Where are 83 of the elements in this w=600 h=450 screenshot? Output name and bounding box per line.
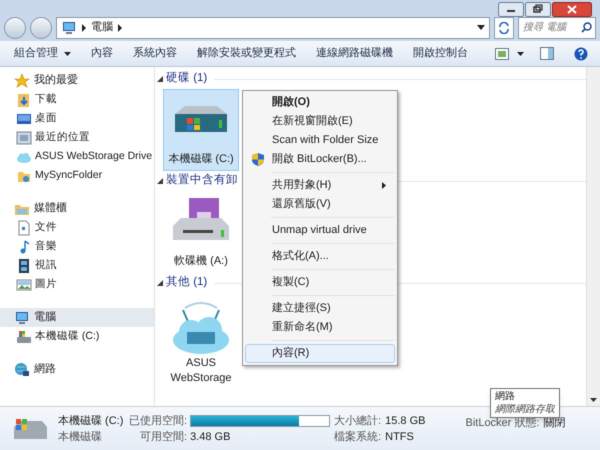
menu-item[interactable]: 共用對象(H) [245,176,395,195]
toolbar-button[interactable]: 內容 [81,42,123,64]
sidebar-item[interactable]: 文件 [0,218,154,237]
menu-item[interactable]: 內容(R) [245,344,395,363]
drive-tile[interactable]: 本機磁碟 (C:) [163,89,239,171]
preview-pane-icon [540,47,554,60]
menu-item[interactable]: 開啟(O) [245,93,395,112]
back-button[interactable] [4,16,26,38]
field-label: 已使用空間: [129,414,188,428]
toolbar-button[interactable]: 解除安裝或變更程式 [187,42,306,64]
sidebar-item[interactable]: 最近的位置 [0,128,154,147]
sidebar-item[interactable]: 下載 [0,90,154,109]
chevron-icon [81,24,87,32]
scroll-down-arrow-icon [590,398,597,402]
menu-item[interactable]: 建立捷徑(S) [245,299,395,318]
document-icon [16,220,32,236]
dropdown-caret-icon [477,25,485,30]
sidebar-item[interactable]: 桌面 [0,109,154,128]
recent-places-icon [16,130,32,146]
field-label: 可用空間: [139,430,188,444]
drive-tile[interactable]: ASUS WebStorage [163,293,239,390]
dropdown-caret-icon [64,52,71,56]
sidebar-item[interactable]: 電腦 [0,308,154,327]
group-heading[interactable]: 裝置中含有卸 [166,172,238,190]
sidebar-item[interactable]: MySyncFolder [0,166,154,185]
computer-icon [61,20,77,36]
collapse-triangle-icon [157,178,163,184]
sidebar-item[interactable]: 媒體櫃 [0,199,154,218]
star-icon [14,72,30,88]
picture-icon [16,276,32,292]
menu-item[interactable]: 還原舊版(V) [245,195,395,214]
menu-item[interactable]: Scan with Folder Size [245,131,395,150]
close-icon [552,2,592,17]
refresh-button[interactable] [494,16,514,38]
toolbar-button[interactable]: 組合管理 [4,42,81,64]
menu-item[interactable]: 在新視窗開啟(E) [245,112,395,131]
field-value: 15.8 GB [385,414,426,428]
refresh-icon [498,22,510,34]
view-icon [495,48,509,60]
computer-icon [14,310,30,326]
toolbar-button[interactable]: 系統內容 [123,42,187,64]
sidebar-item[interactable]: 本機磁碟 (C:) [0,327,154,346]
film-icon [16,258,32,274]
group-heading[interactable]: 其他 (1) [166,274,208,292]
group-heading[interactable]: 硬碟 (1) [166,70,208,88]
address-bar[interactable]: 電腦 [56,16,490,38]
drive-name: 本機磁碟 (C:) [58,414,124,428]
dropdown-caret-icon [517,52,524,56]
restore-icon [525,2,551,17]
sidebar-item[interactable]: 我的最愛 [0,71,154,90]
toolbar-button[interactable]: 開啟控制台 [403,42,478,64]
menu-item[interactable]: 複製(C) [245,273,395,292]
forward-button[interactable] [30,16,52,38]
menu-item[interactable]: 格式化(A)... [245,247,395,266]
sidebar-item[interactable]: 音樂 [0,237,154,256]
shield-icon [252,153,264,166]
submenu-arrow-icon [382,182,386,189]
drive-tile[interactable]: 軟碟機 (A:) [163,191,239,273]
download-folder-icon [16,92,32,108]
sidebar-item[interactable]: 網路 [0,360,154,379]
menu-item[interactable]: 重新命名(M) [245,318,395,337]
field-label: 大小總計: [334,414,382,428]
help-icon [574,46,588,60]
collapse-triangle-icon [157,76,163,82]
collapse-triangle-icon [157,280,163,286]
sidebar-item[interactable]: 視訊 [0,256,154,275]
toolbar-button[interactable]: 連線網路磁碟機 [306,42,403,64]
sidebar-item[interactable]: ASUS WebStorage Drive [0,147,154,166]
network-globe-icon [14,362,30,378]
breadcrumb[interactable]: 電腦 [91,19,113,36]
search-icon [581,22,592,32]
drive-icon [16,328,32,344]
menu-item[interactable]: Unmap virtual drive [245,221,395,240]
field-value: NTFS [385,430,415,444]
search-field[interactable]: 搜尋 電腦 [518,16,596,38]
drive-type: 本機磁碟 [58,430,103,444]
menu-item[interactable]: 開啟 BitLocker(B)... [245,150,395,169]
field-label: 檔案系統: [334,430,382,444]
minimize-icon [498,2,524,17]
chevron-icon [117,24,123,32]
tooltip: 網路 網際網路存取 [490,388,560,418]
field-value: 3.48 GB [190,430,232,444]
sidebar-item[interactable]: 圖片 [0,275,154,294]
